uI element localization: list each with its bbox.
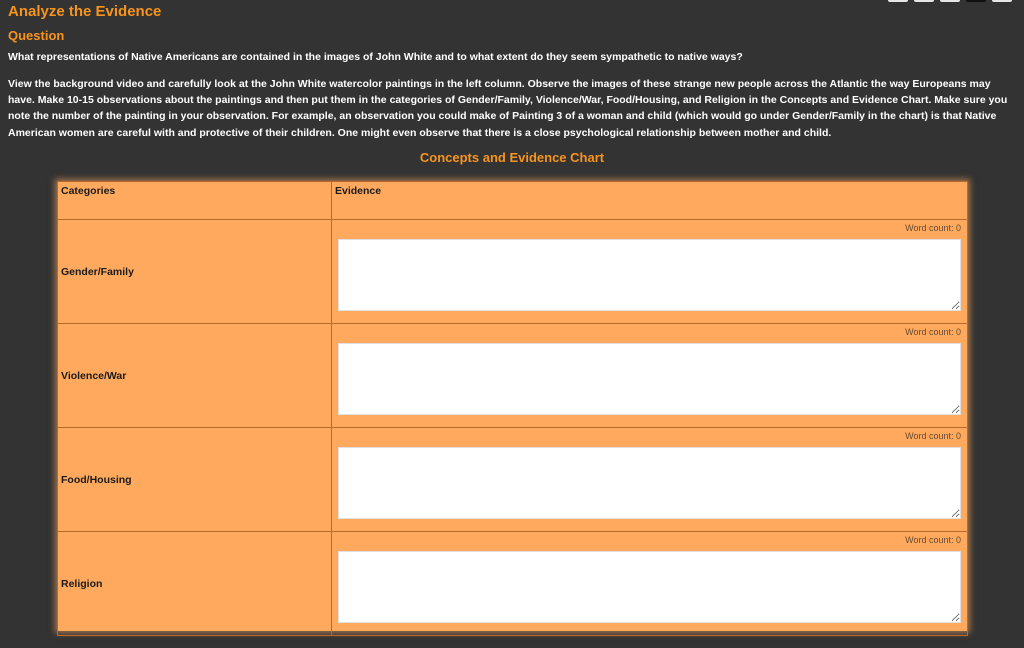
word-count-label: Word count:	[905, 223, 954, 233]
table-row: Gender/Family Word count: 0	[57, 219, 968, 324]
question-text: What representations of Native Americans…	[8, 51, 743, 63]
concepts-evidence-chart: Categories Evidence Gender/Family Word c…	[57, 181, 968, 636]
section-heading: Question	[8, 28, 65, 43]
word-count: Word count: 0	[332, 428, 967, 445]
word-count: Word count: 0	[332, 220, 967, 237]
column-header-evidence: Evidence	[331, 181, 968, 220]
word-count: Word count: 0	[332, 324, 967, 341]
chart-title: Concepts and Evidence Chart	[419, 150, 605, 165]
word-count-label: Word count:	[905, 431, 954, 441]
category-gender-family: Gender/Family	[57, 219, 332, 324]
word-count-label: Word count:	[905, 535, 954, 545]
toolbar-button[interactable]	[966, 0, 986, 2]
column-header-categories: Categories	[57, 181, 332, 220]
table-row: Religion Word count: 0	[57, 531, 968, 636]
category-religion: Religion	[57, 531, 332, 636]
toolbar-button[interactable]	[914, 0, 934, 2]
word-count-label: Word count:	[905, 327, 954, 337]
word-count-value: 0	[955, 223, 961, 233]
word-count-value: 0	[955, 535, 961, 545]
page-title: Analyze the Evidence	[8, 3, 162, 20]
toolbar-button[interactable]	[888, 0, 908, 2]
toolbar-button[interactable]	[992, 0, 1012, 2]
evidence-input-gender-family[interactable]	[338, 239, 961, 311]
category-food-housing: Food/Housing	[57, 427, 332, 532]
evidence-input-religion[interactable]	[338, 551, 961, 623]
table-row: Violence/War Word count: 0	[57, 323, 968, 428]
evidence-input-violence-war[interactable]	[338, 343, 961, 415]
instructions-text: View the background video and carefully …	[8, 78, 1008, 139]
evidence-cell: Word count: 0	[331, 323, 968, 428]
table-header-row: Categories Evidence	[57, 181, 968, 220]
concepts-table: Categories Evidence Gender/Family Word c…	[57, 181, 968, 636]
word-count-value: 0	[955, 431, 961, 441]
evidence-cell: Word count: 0	[331, 427, 968, 532]
evidence-cell: Word count: 0	[331, 219, 968, 324]
toolbar-buttons	[888, 0, 1012, 2]
evidence-cell: Word count: 0	[331, 531, 968, 636]
category-violence-war: Violence/War	[57, 323, 332, 428]
word-count-value: 0	[955, 327, 961, 337]
toolbar-button[interactable]	[940, 0, 960, 2]
evidence-input-food-housing[interactable]	[338, 447, 961, 519]
table-row: Food/Housing Word count: 0	[57, 427, 968, 532]
page: Analyze the Evidence Question What repre…	[0, 0, 1024, 648]
word-count: Word count: 0	[332, 532, 967, 549]
